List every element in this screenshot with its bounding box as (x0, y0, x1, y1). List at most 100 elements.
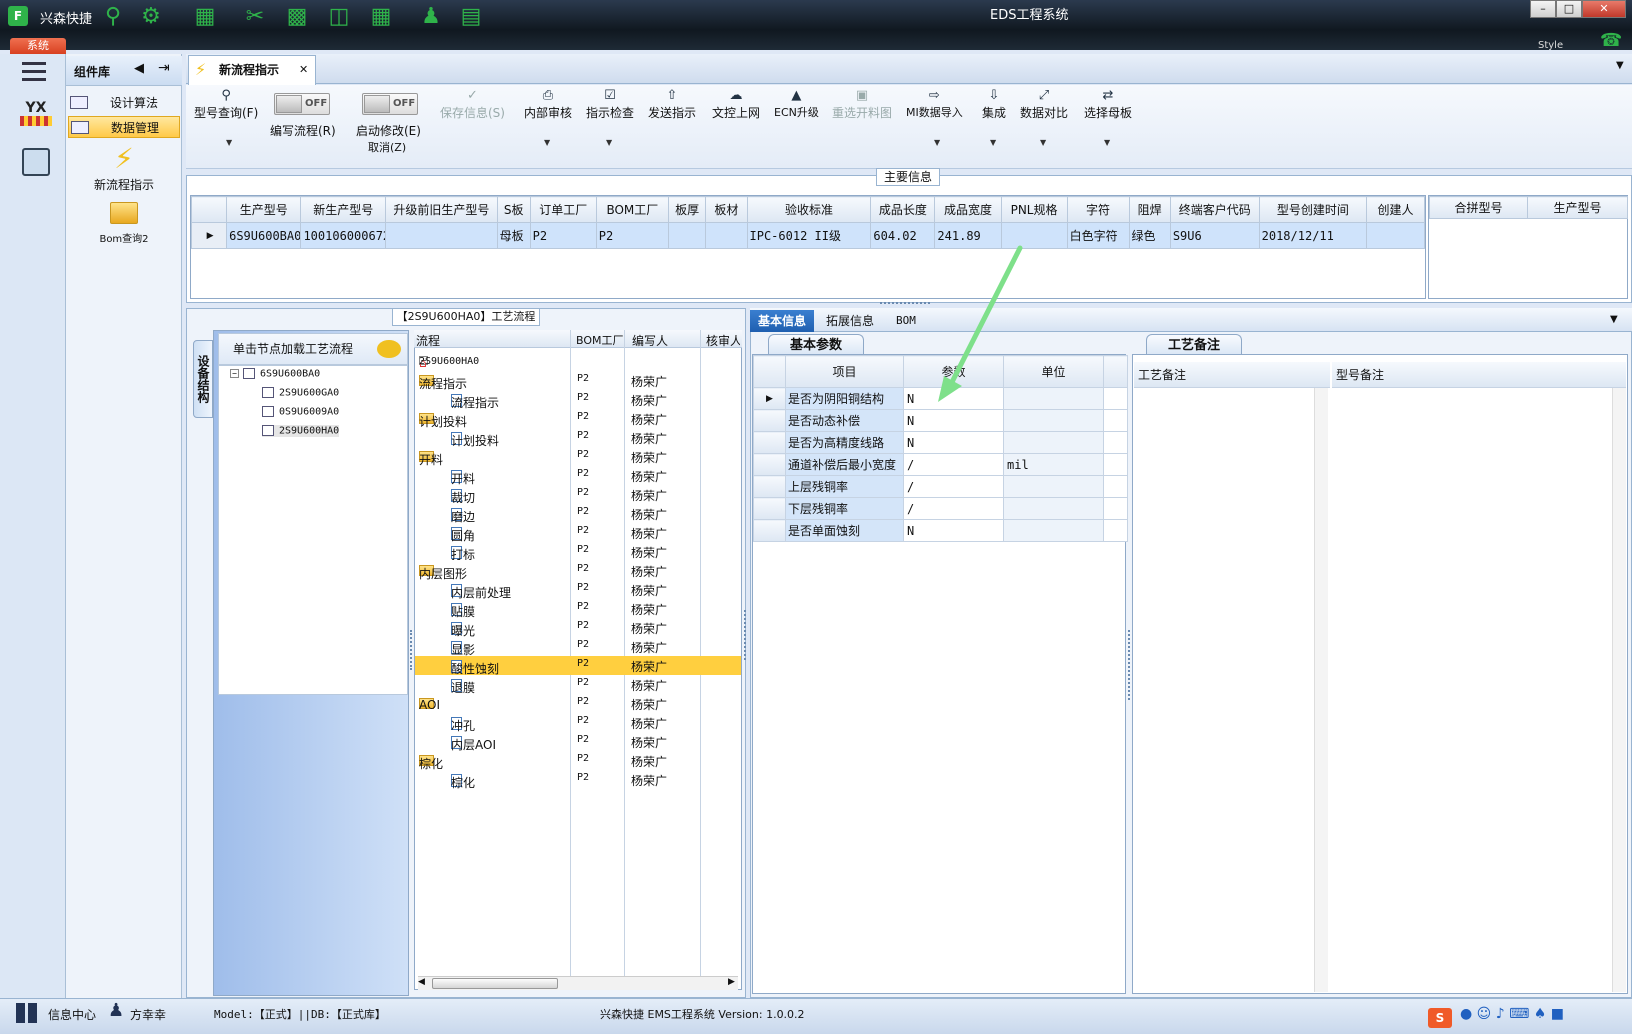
calculator-icon[interactable] (22, 148, 50, 176)
table-cell[interactable] (668, 222, 707, 249)
sidebar-item-data-management[interactable]: 数据管理 (68, 116, 180, 138)
tree-node-step[interactable]: 退膜 P2 杨荣广 (415, 675, 741, 695)
table-cell[interactable]: 6S9U600BA0 (226, 222, 302, 249)
tree-node-root[interactable]: − ⌂ 2S9U600HA0 (415, 352, 741, 371)
select-mother-board-button[interactable]: ⇄ 选择母板 (1084, 88, 1132, 121)
chevron-down-icon[interactable]: ▼ (544, 138, 550, 147)
vertical-scrollbar[interactable] (1612, 388, 1626, 992)
ecn-upgrade-button[interactable]: ▲ ECN升级 (774, 88, 819, 120)
phone-icon[interactable]: ☎ (1600, 30, 1622, 51)
column-header[interactable]: S板 (496, 196, 531, 223)
tab-extended-info[interactable]: 拓展信息 (818, 310, 882, 332)
table-icon[interactable]: ▦ (192, 4, 218, 30)
tab-close-icon[interactable]: ✕ (299, 56, 308, 84)
param-value[interactable]: / (903, 497, 1004, 520)
column-header[interactable]: 验收标准 (746, 196, 872, 223)
chevron-down-icon[interactable]: ▼ (1040, 138, 1046, 147)
hamburger-menu-icon[interactable] (22, 62, 46, 82)
data-compare-button[interactable]: ⤢ 数据对比 (1020, 88, 1068, 121)
table-cell[interactable] (385, 222, 498, 249)
model-query-button[interactable]: ⚲ 型号查询(F) (194, 88, 258, 121)
column-header[interactable]: 成品长度 (870, 196, 936, 223)
table-cell[interactable] (1366, 222, 1425, 249)
sidebar-item-new-flow[interactable]: ⚡ 新流程指示 (72, 142, 176, 193)
tree-node-model[interactable]: 2S9U600GA0 (262, 387, 339, 399)
tree-node-step[interactable]: 贴膜 P2 杨荣广 (415, 599, 741, 619)
column-header[interactable]: 成品宽度 (934, 196, 1002, 223)
tab-bom[interactable]: BOM (888, 310, 924, 332)
scroll-right-icon[interactable]: ▶ (728, 977, 735, 987)
column-header-bom[interactable]: BOM工厂 (576, 332, 624, 348)
tree-node-step[interactable]: 内层前处理 P2 杨荣广 (415, 580, 741, 600)
user-icon[interactable]: ♟ (418, 4, 444, 30)
column-header[interactable]: PNL规格 (1000, 196, 1068, 223)
tree-node-folder[interactable]: −内层图形P2杨荣广 (415, 561, 741, 581)
column-header[interactable]: 板厚 (668, 196, 707, 223)
edit-flow-toggle[interactable]: OFF (274, 93, 330, 115)
tab-new-flow[interactable]: ⚡ 新流程指示 ✕ (188, 55, 316, 85)
column-header[interactable]: 升级前旧生产型号 (385, 196, 498, 223)
tree-node-step[interactable]: 酸性蚀刻 P2 杨荣广 (415, 656, 741, 676)
windows-grid-icon[interactable] (16, 1003, 38, 1023)
system-button[interactable]: 系统 (10, 38, 66, 54)
process-notes-textarea[interactable] (1134, 388, 1328, 992)
column-header[interactable]: 生产型号 (1527, 196, 1628, 219)
tree-node-folder[interactable]: −棕化P2杨荣广 (415, 751, 741, 771)
factory-icon[interactable]: YX (20, 100, 52, 134)
info-center-link[interactable]: 信息中心 (48, 1006, 96, 1023)
tab-process-notes[interactable]: 工艺备注 (1146, 334, 1242, 356)
sidebar-item-design-algorithm[interactable]: 设计算法 (68, 92, 180, 114)
splitter-handle[interactable] (880, 302, 930, 306)
tab-basic-params[interactable]: 基本参数 (768, 334, 864, 356)
column-header[interactable]: 合拼型号 (1429, 196, 1528, 219)
table-cell[interactable]: 604.02 (870, 222, 936, 249)
checkbox[interactable] (262, 425, 274, 436)
tree-node-model[interactable]: 0S9U6009A0 (262, 406, 339, 418)
param-value[interactable]: / (903, 453, 1004, 476)
param-unit[interactable] (1003, 519, 1104, 542)
checkbox[interactable] (262, 387, 274, 398)
main-info-grid[interactable]: 生产型号 新生产型号 升级前旧生产型号 S板 订单工厂 BOM工厂 板厚 板材 验收标准 成品长度… (190, 195, 1426, 299)
sidebar-item-bom-query[interactable]: Bom查询2 (72, 202, 176, 245)
table-cell[interactable]: S9U6 (1169, 222, 1260, 249)
tree-node-folder[interactable]: −流程指示P2杨荣广 (415, 371, 741, 391)
scroll-left-icon[interactable]: ◀ (418, 977, 425, 987)
vertical-scrollbar[interactable] (1314, 388, 1328, 992)
merge-model-grid[interactable]: 合拼型号 生产型号 (1428, 195, 1628, 299)
mi-import-button[interactable]: ⇨ MI数据导入 (906, 88, 963, 120)
tree-node-folder[interactable]: −AOIP2杨荣广 (415, 694, 741, 713)
table-row[interactable]: 是否单面蚀刻 N (753, 519, 1128, 542)
search-icon[interactable]: ⚲ (100, 4, 126, 30)
column-header[interactable]: 创建人 (1366, 196, 1425, 223)
instruction-check-button[interactable]: ☑ 指示检查 (586, 88, 634, 121)
tree-node-model-selected[interactable]: 2S9U600HA0 (262, 425, 340, 437)
table-row[interactable]: 通道补偿后最小宽度 / mil (753, 453, 1128, 476)
collapse-icon[interactable]: − (230, 369, 239, 378)
table-cell[interactable]: IPC-6012 II级 (746, 222, 872, 249)
column-header[interactable]: 板材 (705, 196, 748, 223)
param-unit[interactable] (1003, 431, 1104, 454)
column-header[interactable]: 生产型号 (226, 196, 302, 223)
scrollbar-thumb[interactable] (432, 978, 558, 989)
table-cell[interactable]: 白色字符 (1066, 222, 1130, 249)
chevron-down-icon[interactable]: ▼ (606, 138, 612, 147)
tree-node-model[interactable]: −6S9U600BA0 (230, 368, 320, 380)
ime-toolbar-icons[interactable]: ● ☺ ♪ ⌨ ♠ ■ (1460, 1006, 1564, 1022)
tree-node-step[interactable]: 流程指示 P2 杨荣广 (415, 390, 741, 410)
table-cell[interactable]: P2 (529, 222, 597, 249)
chart-icon[interactable]: ▤ (458, 4, 484, 30)
tree-node-step[interactable]: 显影 P2 杨荣广 (415, 637, 741, 657)
splitter-handle[interactable] (410, 630, 413, 670)
checkbox[interactable] (243, 368, 255, 379)
table-cell[interactable]: P2 (595, 222, 670, 249)
tree-node-step[interactable]: 开料 P2 杨荣广 (415, 466, 741, 486)
close-button[interactable]: ✕ (1582, 0, 1626, 18)
tree-node-step[interactable]: 打标 P2 杨荣广 (415, 542, 741, 562)
param-unit[interactable] (1003, 475, 1104, 498)
param-unit[interactable]: mil (1003, 453, 1104, 476)
pin-icon[interactable]: ⇥ (158, 60, 170, 76)
minimize-button[interactable]: – (1530, 0, 1556, 18)
column-header[interactable]: 订单工厂 (529, 196, 597, 223)
column-header[interactable]: 型号创建时间 (1258, 196, 1368, 223)
ime-logo-icon[interactable]: S (1428, 1008, 1452, 1028)
